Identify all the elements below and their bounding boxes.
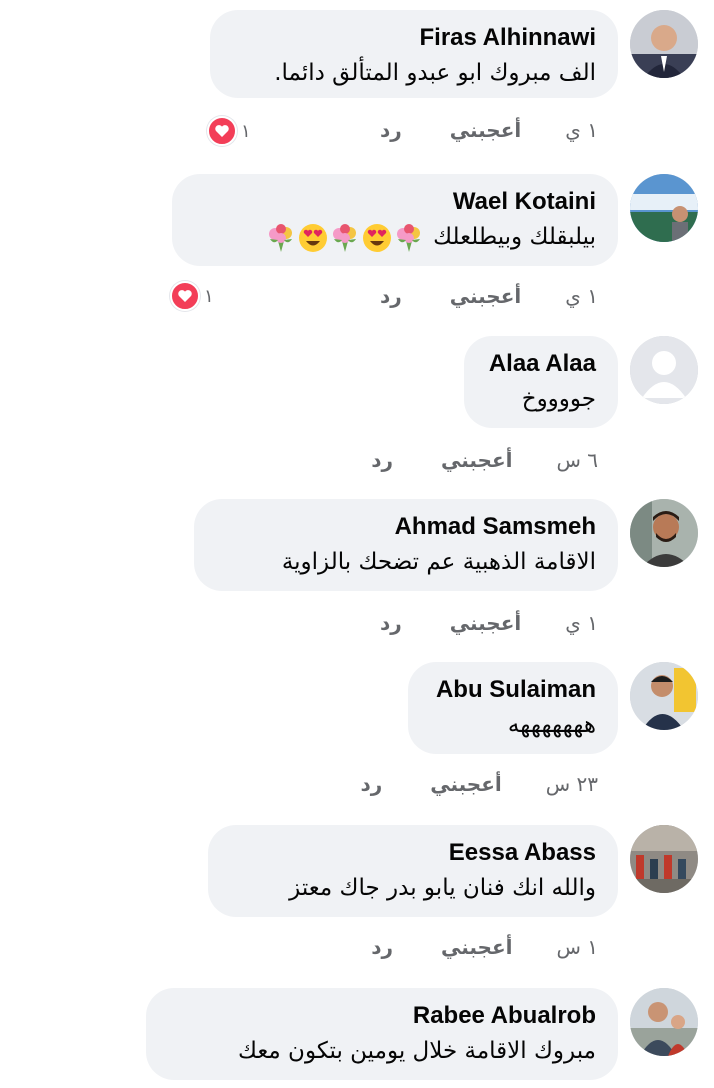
comment-bubble: Alaa Alaa جووووخ: [464, 336, 618, 428]
comment-text: جووووخ: [521, 386, 596, 412]
avatar[interactable]: [630, 662, 698, 730]
avatar[interactable]: [630, 174, 698, 242]
avatar[interactable]: [630, 825, 698, 893]
comment-bubble: Abu Sulaiman هههههههه: [408, 662, 618, 754]
heart-icon: [207, 116, 237, 146]
avatar[interactable]: [630, 10, 698, 78]
bouquet-emoji: [332, 223, 356, 252]
comment-author[interactable]: Rabee Abualrob: [168, 1002, 596, 1030]
avatar[interactable]: [630, 499, 698, 567]
comment-time[interactable]: ٢٣ س: [546, 772, 598, 796]
comment-bubble: Wael Kotaini بيلبقلك وبيطلعلك: [172, 174, 618, 266]
comment-time[interactable]: ١ س: [556, 935, 598, 959]
reply-button[interactable]: رد: [360, 772, 382, 796]
comment-time[interactable]: ١ ي: [565, 611, 598, 635]
like-button[interactable]: أعجبني: [450, 118, 522, 142]
reaction-summary[interactable]: ١: [170, 281, 214, 311]
like-button[interactable]: أعجبني: [450, 611, 522, 635]
reaction-count: ١: [204, 285, 214, 307]
comment-author[interactable]: Abu Sulaiman: [430, 676, 596, 704]
comment-actions: ١ ي أعجبني رد: [380, 118, 598, 148]
bouquet-emoji: [268, 223, 292, 252]
comment-author[interactable]: Eessa Abass: [230, 839, 596, 867]
heart-eyes-emoji: [362, 223, 391, 252]
comment-bubble: Rabee Abualrob مبروك الاقامة خلال يومين …: [146, 988, 618, 1080]
heart-icon: [170, 281, 200, 311]
default-avatar-icon[interactable]: [630, 336, 698, 404]
like-button[interactable]: أعجبني: [441, 935, 513, 959]
emoji-row: [266, 222, 426, 253]
like-button[interactable]: أعجبني: [430, 772, 502, 796]
comment-author[interactable]: Firas Alhinnawi: [232, 24, 596, 52]
comment-text: الاقامة الذهبية عم تضحك بالزاوية: [281, 549, 596, 575]
comment-actions: ١ س أعجبني رد: [371, 935, 598, 965]
comment-time[interactable]: ٦ س: [556, 448, 598, 472]
like-button[interactable]: أعجبني: [441, 448, 513, 472]
comment-actions: ١ ي أعجبني رد: [380, 284, 598, 314]
reply-button[interactable]: رد: [380, 611, 402, 635]
comment-time[interactable]: ١ ي: [565, 284, 598, 308]
reply-button[interactable]: رد: [371, 935, 393, 959]
comment-author[interactable]: Wael Kotaini: [194, 188, 596, 216]
comment-actions: ١ ي أعجبني رد: [380, 611, 598, 641]
comment-text: هههههههه: [507, 712, 596, 738]
reply-button[interactable]: رد: [371, 448, 393, 472]
like-button[interactable]: أعجبني: [450, 284, 522, 308]
comment-bubble: Firas Alhinnawi الف مبروك ابو عبدو المتأ…: [210, 10, 618, 98]
reply-button[interactable]: رد: [380, 284, 402, 308]
avatar[interactable]: [630, 988, 698, 1056]
reaction-summary[interactable]: ١: [207, 116, 251, 146]
comment-text: مبروك الاقامة خلال يومين بتكون معك: [237, 1038, 596, 1064]
comment-author[interactable]: Alaa Alaa: [486, 350, 596, 378]
comment-actions: ٦ س أعجبني رد: [371, 448, 598, 478]
comment-text: بيلبقلك وبيطلعلك: [194, 222, 596, 253]
comment-text-words: بيلبقلك وبيطلعلك: [433, 224, 596, 250]
reply-button[interactable]: رد: [380, 118, 402, 142]
comment-time[interactable]: ١ ي: [565, 118, 598, 142]
reaction-count: ١: [241, 120, 251, 142]
comment-actions: ٢٣ س أعجبني رد: [360, 772, 598, 802]
comment-bubble: Ahmad Samsmeh الاقامة الذهبية عم تضحك با…: [194, 499, 618, 591]
comment-author[interactable]: Ahmad Samsmeh: [216, 513, 596, 541]
comment-text: الف مبروك ابو عبدو المتألق دائما.: [274, 60, 596, 86]
heart-eyes-emoji: [298, 223, 327, 252]
comment-bubble: Eessa Abass والله انك فنان يابو بدر جاك …: [208, 825, 618, 917]
bouquet-emoji: [396, 223, 420, 252]
comment-text: والله انك فنان يابو بدر جاك معتز: [289, 875, 596, 901]
